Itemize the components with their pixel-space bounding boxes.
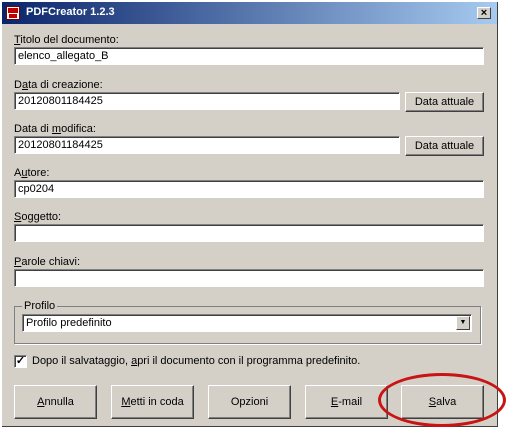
profile-group-legend: Profilo: [22, 300, 58, 312]
subject-label: Soggetto:: [14, 211, 62, 223]
modified-label: Data di modifica:: [14, 123, 96, 135]
title-label: Titolo del documento:: [14, 34, 119, 46]
author-label: Autore:: [14, 167, 50, 179]
options-button[interactable]: Opzioni: [208, 385, 291, 419]
queue-button[interactable]: Metti in coda: [111, 385, 194, 419]
email-button[interactable]: E-mail: [305, 385, 388, 419]
created-label: Data di creazione:: [14, 79, 103, 91]
profile-select[interactable]: Profilo predefinito ▼: [22, 314, 472, 332]
modified-date-field[interactable]: 20120801184425: [14, 136, 400, 154]
profile-select-value: Profilo predefinito: [26, 317, 112, 329]
cancel-button[interactable]: Annulla: [14, 385, 97, 419]
modified-current-date-button[interactable]: Data attuale: [405, 136, 484, 156]
open-after-save-checkbox[interactable]: ✓: [14, 355, 27, 368]
keywords-label: Parole chiavi:: [14, 256, 81, 268]
close-button[interactable]: ×: [477, 7, 491, 19]
created-date-field[interactable]: 20120801184425: [14, 92, 400, 110]
window-title: PDFCreator 1.2.3: [26, 6, 115, 18]
pdfcreator-app-icon: [6, 6, 20, 20]
title-field[interactable]: elenco_allegato_B: [14, 47, 484, 65]
keywords-field[interactable]: [14, 269, 484, 287]
author-field[interactable]: cp0204: [14, 180, 484, 198]
open-after-save-label: Dopo il salvataggio, apri il documento c…: [32, 355, 361, 367]
title-bar: PDFCreator 1.2.3 ×: [2, 2, 497, 24]
highlight-ellipse: [378, 373, 506, 427]
created-current-date-button[interactable]: Data attuale: [405, 92, 484, 112]
subject-field[interactable]: [14, 224, 484, 242]
dropdown-arrow-icon[interactable]: ▼: [456, 316, 470, 330]
